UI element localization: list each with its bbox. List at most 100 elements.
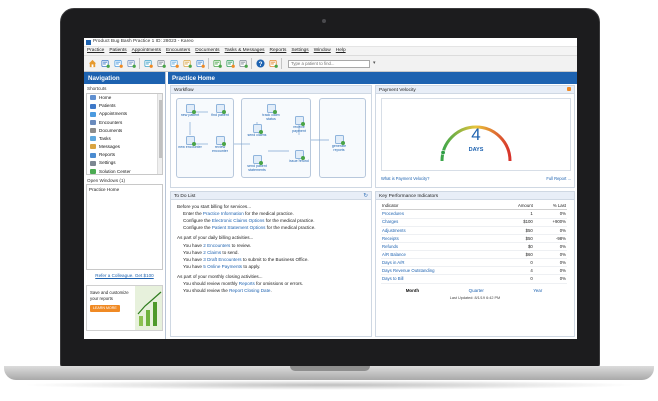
settings-button[interactable] <box>238 59 248 69</box>
menu-window[interactable]: Window <box>314 48 331 54</box>
shortcut-tasks[interactable]: Tasks <box>87 135 162 143</box>
todo-link-3-draft-encounters[interactable]: 3 Draft Encounters <box>203 257 241 262</box>
shortcut-settings[interactable]: Settings <box>87 159 162 167</box>
payment-button[interactable] <box>225 59 235 69</box>
menu-documents[interactable]: Documents <box>195 48 219 54</box>
todo-item-text: to submit to the Business Office. <box>241 256 309 262</box>
shortcut-encounters[interactable]: Encounters <box>87 118 162 126</box>
workflow-node-label: new encounter <box>178 145 202 149</box>
workflow-node-new-patient[interactable]: new patient <box>178 104 202 118</box>
gear-button[interactable] <box>268 59 278 69</box>
menu-tasks-messages[interactable]: Tasks & Messages <box>225 48 265 54</box>
todo-link-practice-information[interactable]: Practice Information <box>203 211 244 216</box>
kpi-indicator-link[interactable]: Days to Bill <box>381 274 498 284</box>
settings-icon <box>90 160 96 166</box>
home-button[interactable] <box>87 59 97 69</box>
refresh-icon[interactable]: ↻ <box>363 193 368 200</box>
todo-item-text: You have <box>183 263 204 269</box>
kpi-cell: $100 <box>497 218 534 227</box>
todo-link-2-encounters[interactable]: 2 Encounters <box>203 243 230 248</box>
workflow-node-review-encounter[interactable]: review encounter <box>208 136 232 154</box>
kpi-indicator-link[interactable]: Days in A/R <box>381 258 498 268</box>
document-button[interactable] <box>156 59 166 69</box>
todo-link-electronic-claims-options[interactable]: Electronic Claims Options <box>212 218 265 223</box>
kpi-indicator-link[interactable]: Refunds <box>381 242 498 252</box>
shortcut-reports[interactable]: Reports <box>87 151 162 159</box>
workflow-node-find-patient[interactable]: find patient <box>208 104 232 118</box>
workflow-node-label: receive payment <box>292 125 306 133</box>
shortcut-label: Messages <box>99 144 120 150</box>
favorite-icon[interactable] <box>567 87 571 91</box>
menu-appointments[interactable]: Appointments <box>132 48 161 54</box>
todo-link-report-closing-date[interactable]: Report Closing Date <box>229 288 270 293</box>
calendar-button[interactable] <box>143 59 153 69</box>
todo-item: You have 3 Draft Encounters to submit to… <box>177 256 365 263</box>
window-title: Product Bug Bash Practice 1 ID: 28023 - … <box>93 39 194 44</box>
generate-reports-icon <box>334 135 345 145</box>
todo-link-reports[interactable]: Reports <box>239 281 255 286</box>
open-window-item[interactable]: Practice Home <box>89 187 160 193</box>
kpi-cell: 0 <box>497 258 534 268</box>
todo-link-patient-statement-options[interactable]: Patient Statement Options <box>212 225 266 230</box>
report-button[interactable] <box>195 59 205 69</box>
shortcuts-scrollbar[interactable] <box>157 93 162 174</box>
shortcut-label: Reports <box>99 152 116 158</box>
learn-more-button[interactable]: LEARN MORE <box>90 304 120 312</box>
find-patient-input[interactable] <box>288 59 370 68</box>
kpi-indicator-link[interactable]: Charges <box>381 218 498 227</box>
message-button[interactable] <box>182 59 192 69</box>
chevron-down-icon[interactable]: ▾ <box>373 60 379 68</box>
home-icon <box>88 59 96 68</box>
workflow-node-send-patient-statements[interactable]: send patient statements <box>245 155 269 173</box>
todo-link-5-online-payments[interactable]: 5 Online Payments <box>203 264 242 269</box>
home-icon <box>90 95 96 101</box>
tasks-icon <box>90 136 96 142</box>
shortcut-label: Encounters <box>99 119 123 125</box>
menu-help[interactable]: Help <box>336 48 346 54</box>
shortcut-messages[interactable]: Messages <box>87 143 162 151</box>
kpi-period-year[interactable]: Year <box>533 288 542 294</box>
shortcut-patients[interactable]: Patients <box>87 102 162 110</box>
kpi-row: Charges $100 +900% <box>381 218 567 227</box>
kpi-period-quarter[interactable]: Quarter <box>469 288 484 294</box>
menu-encounters[interactable]: Encounters <box>166 48 190 54</box>
kpi-cell: 0% <box>533 242 567 252</box>
claim-button[interactable] <box>212 59 222 69</box>
kpi-indicator-link[interactable]: A/R Balance <box>381 250 498 260</box>
appointment-button[interactable] <box>113 59 123 69</box>
kpi-indicator-link[interactable]: Days Revenue Outstanding <box>381 266 498 276</box>
what-is-velocity-link[interactable]: What is Payment Velocity? <box>381 176 429 181</box>
workflow-node-send-claims[interactable]: send claims <box>245 124 269 138</box>
refer-colleague-link[interactable]: Refer a Colleague. Get $100 <box>84 270 165 282</box>
shortcut-solution-center[interactable]: Solution Center <box>87 167 162 175</box>
svg-text:?: ? <box>258 61 262 68</box>
menu-reports[interactable]: Reports <box>270 48 287 54</box>
promo-banner[interactable]: Save and customize your reports LEARN MO… <box>86 285 163 332</box>
kpi-indicator-link[interactable]: Adjustments <box>381 226 498 235</box>
workflow-title: Workflow <box>171 86 371 94</box>
shortcut-appointments[interactable]: Appointments <box>87 110 162 118</box>
workflow-node-generate-reports[interactable]: generate reports <box>327 135 351 153</box>
workflow-node-receive-payment[interactable]: receive payment <box>287 116 311 134</box>
encounter-button[interactable] <box>126 59 136 69</box>
patient-button[interactable] <box>100 59 110 69</box>
kpi-indicator-link[interactable]: Procedures <box>381 209 498 219</box>
laptop-notch <box>290 366 370 371</box>
kpi-indicator-link[interactable]: Receipts <box>381 234 498 243</box>
todo-link-2-claims[interactable]: 2 Claims <box>203 250 221 255</box>
menu-practice[interactable]: Practice <box>87 48 104 54</box>
shortcut-documents[interactable]: Documents <box>87 126 162 134</box>
full-report-link[interactable]: Full Report ... <box>546 176 571 181</box>
help-button[interactable]: ? <box>255 59 265 69</box>
kpi-period-month[interactable]: Month <box>406 288 420 294</box>
navigation-pane: Navigation Shortcuts Home Patients Appoint… <box>84 72 166 339</box>
workflow-node-new-encounter[interactable]: new encounter <box>178 136 202 150</box>
workflow-node-track-claim-status[interactable]: track claim status <box>259 104 283 122</box>
menu-settings[interactable]: Settings <box>291 48 308 54</box>
task-button[interactable] <box>169 59 179 69</box>
shortcut-home[interactable]: Home <box>87 94 162 102</box>
scrollbar-thumb[interactable] <box>159 99 162 158</box>
workflow-node-issue-refund[interactable]: issue refund <box>287 150 311 164</box>
todo-item-text: Configure the <box>183 225 212 231</box>
menu-patients[interactable]: Patients <box>109 48 126 54</box>
